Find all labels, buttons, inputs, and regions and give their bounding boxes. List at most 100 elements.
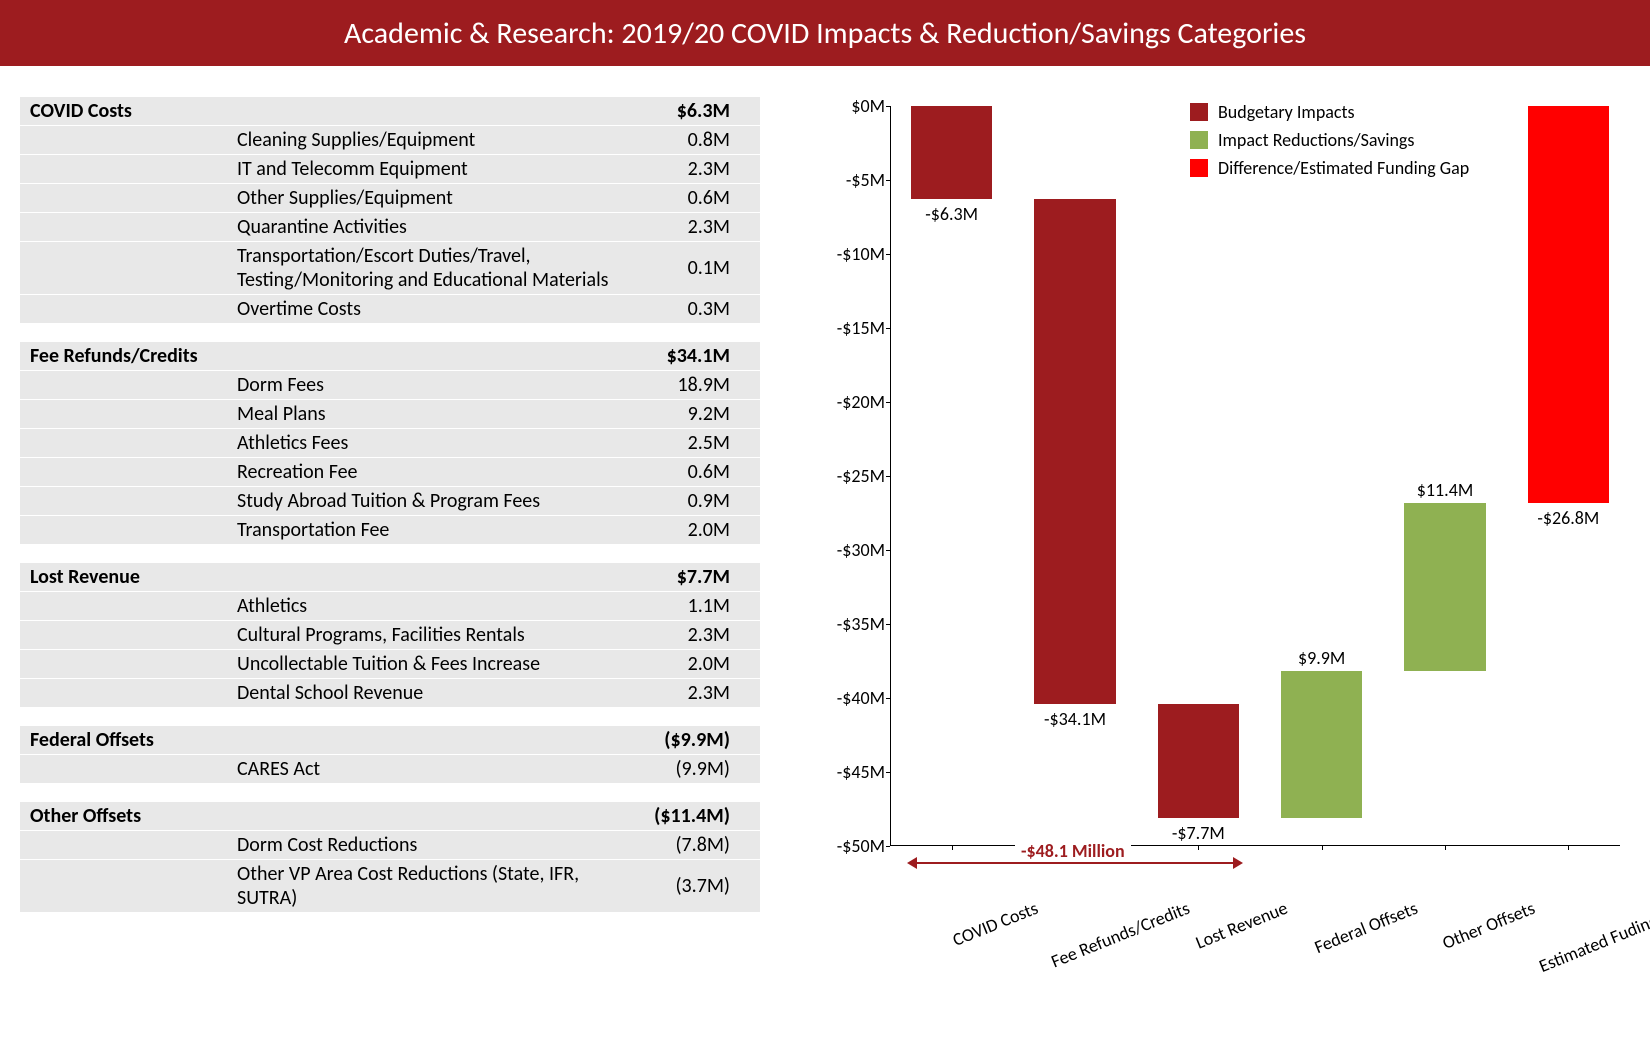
legend-item: Impact Reductions/Savings [1190, 129, 1469, 151]
group-total: ($11.4M) [644, 802, 760, 831]
item-value: 2.3M [644, 621, 760, 650]
item-value: (7.8M) [644, 831, 760, 860]
table-row: Study Abroad Tuition & Program Fees0.9M [20, 487, 760, 516]
table-row: Dorm Fees18.9M [20, 371, 760, 400]
y-tick-label: -$50M [837, 835, 885, 857]
bar [911, 106, 992, 199]
bar [1158, 704, 1239, 818]
annotation-text: -$48.1 Million [1015, 840, 1131, 862]
annotation-arrow [917, 862, 1233, 864]
page-title: Academic & Research: 2019/20 COVID Impac… [0, 0, 1650, 66]
legend-swatch [1190, 131, 1208, 149]
x-category-label: Other Offsets [1439, 897, 1538, 954]
item-value: 2.3M [644, 155, 760, 184]
bar [1404, 503, 1485, 672]
group-name: Lost Revenue [20, 563, 225, 592]
table-row: Athletics1.1M [20, 592, 760, 621]
table-row-total: Other Offsets($11.4M) [20, 802, 760, 831]
table-row: Transportation Fee2.0M [20, 516, 760, 545]
impact-table: COVID Costs $6.3MCleaning Supplies/Equipm… [20, 96, 760, 913]
item-value: 0.9M [644, 487, 760, 516]
item-desc: Dorm Fees [225, 371, 644, 400]
table-row: Athletics Fees2.5M [20, 429, 760, 458]
x-category-label: Lost Revenue [1193, 897, 1291, 954]
table-row: Recreation Fee0.6M [20, 458, 760, 487]
table-row-total: Lost Revenue $7.7M [20, 563, 760, 592]
table-row: Overtime Costs0.3M [20, 295, 760, 324]
group-total: ($9.9M) [644, 726, 760, 755]
item-value: 9.2M [644, 400, 760, 429]
item-value: 1.1M [644, 592, 760, 621]
table-row-total: Fee Refunds/Credits $34.1M [20, 342, 760, 371]
chart-legend: Budgetary Impacts Impact Reductions/Savin… [1190, 101, 1469, 185]
bar-label: $9.9M [1298, 647, 1345, 669]
item-desc: Study Abroad Tuition & Program Fees [225, 487, 644, 516]
item-desc: Other Supplies/Equipment [225, 184, 644, 213]
y-tick-label: -$45M [837, 761, 885, 783]
x-category-label: Estimated Fuding Gap [1536, 897, 1650, 977]
group-total: $7.7M [644, 563, 760, 592]
item-desc: CARES Act [225, 755, 644, 784]
item-desc: Overtime Costs [225, 295, 644, 324]
bar-label: -$34.1M [1044, 708, 1106, 730]
item-value: 2.0M [644, 516, 760, 545]
plot-area [890, 106, 1620, 846]
item-desc: IT and Telecomm Equipment [225, 155, 644, 184]
table-row: Cleaning Supplies/Equipment0.8M [20, 126, 760, 155]
item-value: 2.3M [644, 679, 760, 708]
chart-panel: Budgetary Impacts Impact Reductions/Savin… [800, 96, 1630, 946]
item-desc: Transportation/Escort Duties/Travel, Tes… [225, 242, 644, 295]
bar-label: $11.4M [1417, 479, 1473, 501]
group-total: $34.1M [644, 342, 760, 371]
item-desc: Uncollectable Tuition & Fees Increase [225, 650, 644, 679]
y-tick-label: -$35M [837, 613, 885, 635]
item-value: 0.1M [644, 242, 760, 295]
item-desc: Other VP Area Cost Reductions (State, IF… [225, 860, 644, 913]
item-desc: Transportation Fee [225, 516, 644, 545]
item-desc: Cultural Programs, Facilities Rentals [225, 621, 644, 650]
table-panel: COVID Costs $6.3MCleaning Supplies/Equipm… [20, 96, 760, 946]
table-row: Transportation/Escort Duties/Travel, Tes… [20, 242, 760, 295]
legend-swatch [1190, 103, 1208, 121]
table-row-total: COVID Costs $6.3M [20, 97, 760, 126]
y-tick-label: -$20M [837, 391, 885, 413]
group-name: Fee Refunds/Credits [20, 342, 225, 371]
y-tick-label: -$15M [837, 317, 885, 339]
item-desc: Athletics [225, 592, 644, 621]
legend-swatch [1190, 159, 1208, 177]
y-tick-label: -$10M [837, 243, 885, 265]
table-row: Dental School Revenue2.3M [20, 679, 760, 708]
y-tick-label: -$5M [846, 169, 885, 191]
waterfall-chart: Budgetary Impacts Impact Reductions/Savin… [800, 96, 1630, 946]
y-tick-label: $0M [851, 95, 885, 117]
legend-label: Difference/Estimated Funding Gap [1218, 157, 1469, 179]
x-category-label: Fee Refunds/Credits [1048, 897, 1193, 973]
item-value: 0.6M [644, 184, 760, 213]
group-name: COVID Costs [20, 97, 225, 126]
group-total: $6.3M [644, 97, 760, 126]
item-desc: Dorm Cost Reductions [225, 831, 644, 860]
legend-item: Budgetary Impacts [1190, 101, 1469, 123]
bar-label: -$6.3M [925, 203, 978, 225]
item-value: 0.8M [644, 126, 760, 155]
table-row: IT and Telecomm Equipment2.3M [20, 155, 760, 184]
table-row: CARES Act(9.9M) [20, 755, 760, 784]
bar [1528, 106, 1609, 503]
legend-label: Budgetary Impacts [1218, 101, 1355, 123]
item-value: (9.9M) [644, 755, 760, 784]
x-category-label: COVID Costs [949, 897, 1041, 951]
table-row: Other VP Area Cost Reductions (State, IF… [20, 860, 760, 913]
y-tick-label: -$25M [837, 465, 885, 487]
group-name: Federal Offsets [20, 726, 225, 755]
table-row: Dorm Cost Reductions(7.8M) [20, 831, 760, 860]
item-value: 2.5M [644, 429, 760, 458]
y-tick-label: -$40M [837, 687, 885, 709]
table-row: Quarantine Activities2.3M [20, 213, 760, 242]
item-desc: Quarantine Activities [225, 213, 644, 242]
item-desc: Recreation Fee [225, 458, 644, 487]
x-category-label: Federal Offsets [1311, 897, 1421, 958]
bar-label: -$7.7M [1172, 822, 1225, 844]
main-content: COVID Costs $6.3MCleaning Supplies/Equipm… [0, 66, 1650, 946]
table-row-total: Federal Offsets ($9.9M) [20, 726, 760, 755]
bar-label: -$26.8M [1537, 507, 1599, 529]
